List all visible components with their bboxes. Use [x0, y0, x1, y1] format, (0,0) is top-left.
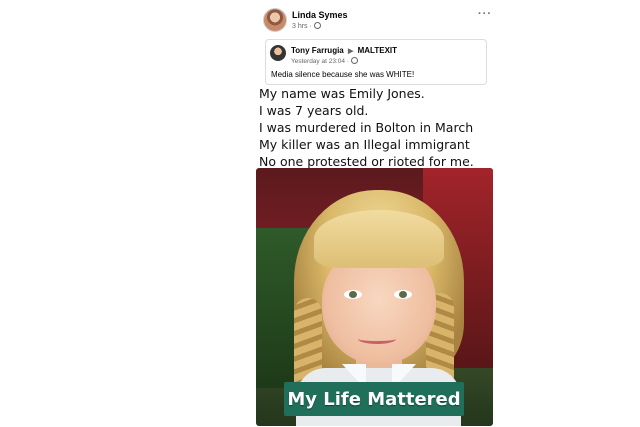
meme-line: My name was Emily Jones. [259, 86, 425, 101]
poster-avatar[interactable] [263, 8, 287, 32]
post-photo[interactable]: My Life Mattered [256, 168, 493, 426]
shared-post[interactable]: Tony Farrugia ▶ MALTEXIT Yesterday at 23… [265, 39, 487, 85]
photo-mouth [358, 334, 396, 344]
photo-eye-right [394, 290, 412, 299]
shared-group-name[interactable]: MALTEXIT [358, 46, 397, 55]
shared-time-text: Yesterday at 23:04 · [291, 58, 349, 65]
globe-icon [313, 22, 321, 29]
post-time-text: 3 hrs · [292, 23, 312, 30]
more-options-icon[interactable]: ··· [478, 8, 492, 20]
meme-line: I was 7 years old. [259, 103, 369, 118]
shared-author-name[interactable]: Tony Farrugia [291, 46, 344, 55]
photo-fringe [314, 210, 444, 268]
shared-post-header: Tony Farrugia ▶ MALTEXIT [291, 46, 397, 55]
photo-eye-left [344, 290, 362, 299]
meme-text-block: My name was Emily Jones. I was 7 years o… [259, 85, 495, 170]
arrow-right-icon: ▶ [347, 48, 354, 55]
globe-icon [350, 57, 358, 64]
poster-name[interactable]: Linda Symes [292, 10, 348, 20]
photo-caption-text: My Life Mattered [287, 388, 461, 410]
meme-line: I was murdered in Bolton in March [259, 120, 474, 135]
post-timestamp[interactable]: 3 hrs · [292, 22, 321, 30]
meme-line: My killer was an Illegal immigrant [259, 137, 470, 152]
shared-post-text: Media silence because she was WHITE! [271, 70, 415, 79]
photo-caption-banner: My Life Mattered [284, 382, 464, 416]
shared-author-avatar[interactable] [270, 45, 286, 61]
shared-post-timestamp[interactable]: Yesterday at 23:04 · [291, 57, 358, 65]
